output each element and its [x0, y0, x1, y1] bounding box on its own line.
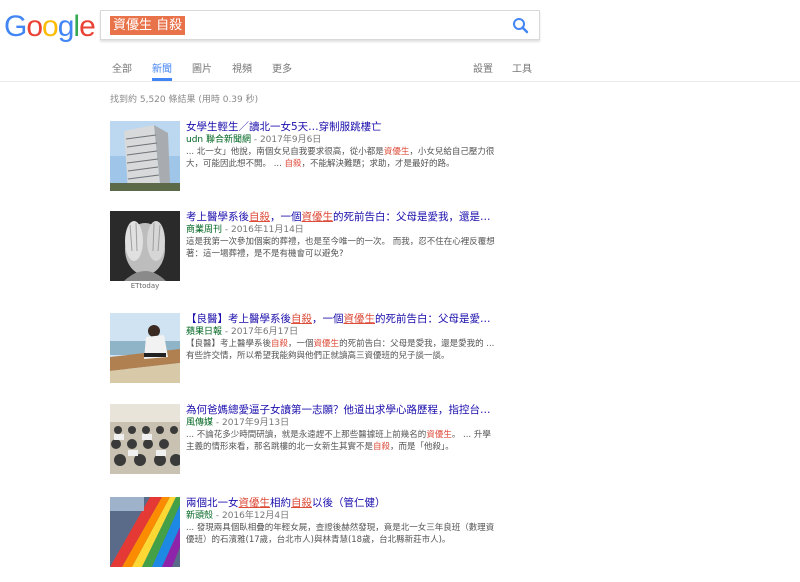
- snippet-text: ... 北一女」他說，南個女兒自我要求很高，從小都是: [186, 147, 384, 157]
- snippet-text: 【良醫】考上醫學系後: [186, 339, 272, 349]
- news-result: 為何爸媽總愛逼子女讀第一志願？他道出求學心路歷程，指控台… 風傳媒 - 2017…: [110, 404, 495, 478]
- result-date: - 2016年12月4日: [213, 511, 290, 521]
- thumbnail-caption: ETtoday: [130, 282, 160, 290]
- title-text: 的死前告白：父母是愛…: [375, 313, 491, 325]
- result-meta: 風傳媒 - 2017年9月13日: [186, 417, 496, 429]
- search-button[interactable]: [511, 16, 531, 36]
- result-snippet: ... 北一女」他說，南個女兒自我要求很高，從小都是資優生，小女兒給自己壓力很大…: [186, 146, 496, 170]
- header: Google 資優生 自殺 全部 新聞 圖片 視頻 更多 設置 工具: [0, 0, 800, 82]
- settings-button[interactable]: 設置: [473, 60, 493, 81]
- result-thumbnail[interactable]: [110, 211, 180, 281]
- tools-button[interactable]: 工具: [512, 60, 532, 81]
- result-title[interactable]: 女學生輕生／讀北一女5天…穿制服跳樓亡: [186, 121, 496, 134]
- snippet-highlight: 資優生: [383, 147, 410, 157]
- snippet-highlight: 自殺: [284, 159, 302, 169]
- result-title[interactable]: 兩個北一女資優生相約自殺以後（管仁健）: [186, 497, 496, 510]
- google-logo[interactable]: Google: [4, 10, 96, 44]
- result-snippet: ... 發現兩具個臥相疊的年輕女屍，查證後赫然發現，竟是北一女三年良班（數理資優…: [186, 523, 495, 545]
- news-result: ETtoday 考上醫學系後自殺，一個資優生的死前告白：父母是愛我，還是… 商業…: [110, 211, 496, 290]
- logo-letter: o: [26, 10, 43, 43]
- snippet-text: ，一個: [288, 339, 314, 349]
- logo-letter: g: [57, 10, 75, 43]
- search-box[interactable]: 資優生 自殺: [100, 10, 540, 40]
- logo-letter: o: [42, 10, 59, 43]
- result-source: udn 聯合新聞網: [186, 135, 251, 145]
- result-meta: 商業周刊 - 2016年11月14日: [186, 224, 496, 236]
- result-title[interactable]: 考上醫學系後自殺，一個資優生的死前告白：父母是愛我，還是…: [186, 211, 496, 224]
- title-text: 兩個北一女: [186, 497, 239, 509]
- result-snippet: ... 不論花多少時間研讀，就是永遠趕不上那些醫據班上前幾名的資優生。 ... …: [186, 429, 496, 453]
- result-source: 新頭殼: [186, 511, 214, 521]
- result-thumbnail[interactable]: [110, 313, 180, 383]
- result-stats: 找到約 5,520 條結果 (用時 0.39 秒): [110, 95, 259, 105]
- result-meta: 新頭殼 - 2016年12月4日: [186, 510, 496, 522]
- title-text: 女學生輕生／讀北一女5天…穿制服跳樓亡: [186, 121, 382, 133]
- title-highlight: 資優生: [301, 211, 334, 223]
- result-body: 考上醫學系後自殺，一個資優生的死前告白：父母是愛我，還是… 商業周刊 - 201…: [186, 211, 496, 260]
- title-highlight: 資優生: [343, 313, 376, 325]
- tab-all[interactable]: 全部: [112, 60, 132, 81]
- tab-news[interactable]: 新聞: [152, 60, 172, 81]
- tab-images[interactable]: 圖片: [192, 60, 212, 81]
- result-body: 女學生輕生／讀北一女5天…穿制服跳樓亡 udn 聯合新聞網 - 2017年9月6…: [186, 121, 496, 170]
- title-text: 相約: [270, 497, 291, 509]
- title-text: ，一個: [270, 211, 302, 223]
- result-body: 【良醫】考上醫學系後自殺，一個資優生的死前告白：父母是愛… 蘋果日報 - 201…: [186, 313, 496, 362]
- title-text: 為何爸媽總愛逼子女讀第一志願？他道出求學心路歷程，指控台…: [186, 404, 491, 416]
- result-source: 風傳媒: [186, 418, 214, 428]
- snippet-highlight: 自殺: [271, 339, 289, 349]
- result-date: - 2017年9月13日: [213, 418, 290, 428]
- result-title[interactable]: 為何爸媽總愛逼子女讀第一志願？他道出求學心路歷程，指控台…: [186, 404, 496, 417]
- search-tabs: 全部 新聞 圖片 視頻 更多 設置 工具: [0, 52, 800, 81]
- title-text: 考上醫學系後: [186, 211, 249, 223]
- result-source: 商業周刊: [186, 225, 223, 235]
- result-title[interactable]: 【良醫】考上醫學系後自殺，一個資優生的死前告白：父母是愛…: [186, 313, 496, 326]
- result-thumbnail[interactable]: [110, 404, 180, 474]
- snippet-text: ... 不論花多少時間研讀，就是永遠趕不上那些醫據班上前幾名的: [186, 430, 427, 440]
- title-text: 【良醫】考上醫學系後: [186, 313, 291, 325]
- title-text: 的死前告白：父母是愛我，還是…: [333, 211, 491, 223]
- result-thumbnail[interactable]: [110, 497, 180, 567]
- tab-videos[interactable]: 視頻: [232, 60, 252, 81]
- result-snippet: 這是我第一次參加個案的葬禮，也是至今唯一的一次。 而我，忍不住在心裡反覆想著：這…: [186, 237, 495, 259]
- search-icon: [513, 18, 529, 34]
- title-text: 以後（管仁健）: [312, 497, 386, 509]
- snippet-text: ，不能解決難題；求助，才是最好的路。: [301, 159, 455, 169]
- snippet-highlight: 資優生: [313, 339, 340, 349]
- search-input[interactable]: 資優生 自殺: [110, 16, 186, 35]
- result-thumbnail[interactable]: [110, 121, 180, 191]
- snippet-highlight: 資優生: [426, 430, 452, 440]
- snippet-text: ，而是「他殺」。: [390, 442, 454, 452]
- title-highlight: 自殺: [291, 497, 312, 509]
- news-result: 女學生輕生／讀北一女5天…穿制服跳樓亡 udn 聯合新聞網 - 2017年9月6…: [110, 121, 495, 195]
- result-source: 蘋果日報: [186, 327, 223, 337]
- result-body: 為何爸媽總愛逼子女讀第一志願？他道出求學心路歷程，指控台… 風傳媒 - 2017…: [186, 404, 496, 453]
- logo-letter: G: [4, 10, 27, 43]
- result-snippet: 【良醫】考上醫學系後自殺，一個資優生的死前告白：父母是愛我，還是愛我的 ... …: [186, 338, 496, 362]
- result-meta: 蘋果日報 - 2017年6月17日: [186, 326, 496, 338]
- result-date: - 2017年9月6日: [250, 135, 322, 145]
- title-text: ，一個: [312, 313, 344, 325]
- title-highlight: 自殺: [291, 313, 312, 325]
- result-body: 兩個北一女資優生相約自殺以後（管仁健） 新頭殼 - 2016年12月4日 ...…: [186, 497, 496, 546]
- tab-more[interactable]: 更多: [272, 60, 292, 81]
- logo-letter: e: [79, 10, 96, 43]
- snippet-highlight: 自殺: [373, 442, 391, 452]
- title-highlight: 資優生: [238, 497, 271, 509]
- result-date: - 2017年6月17日: [222, 327, 299, 337]
- title-highlight: 自殺: [249, 211, 270, 223]
- result-date: - 2016年11月14日: [222, 225, 304, 235]
- news-result: 兩個北一女資優生相約自殺以後（管仁健） 新頭殼 - 2016年12月4日 ...…: [110, 497, 495, 571]
- news-result: 【良醫】考上醫學系後自殺，一個資優生的死前告白：父母是愛… 蘋果日報 - 201…: [110, 313, 495, 387]
- result-meta: udn 聯合新聞網 - 2017年9月6日: [186, 134, 496, 146]
